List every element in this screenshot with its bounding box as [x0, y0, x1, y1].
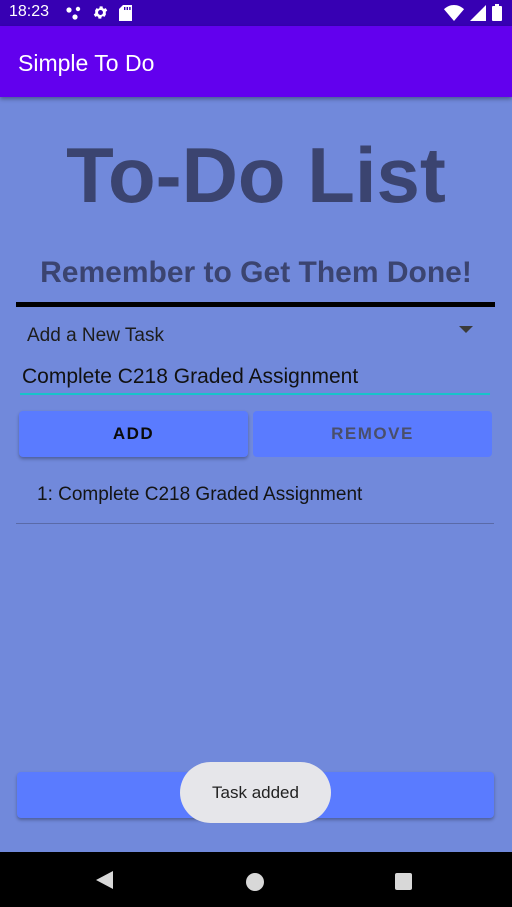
cell-signal-icon — [470, 4, 486, 26]
dropdown-arrow-icon — [459, 326, 473, 333]
header-divider — [16, 302, 495, 307]
settings-gear-icon — [92, 4, 109, 26]
list-item[interactable]: 1: Complete C218 Graded Assignment — [16, 470, 494, 524]
task-input[interactable] — [20, 361, 490, 395]
app-title: Simple To Do — [18, 50, 155, 76]
home-icon[interactable] — [246, 873, 264, 891]
app-bar: Simple To Do — [0, 26, 512, 97]
sd-card-icon — [119, 4, 132, 26]
toast-message: Task added — [180, 762, 331, 823]
app-screen: 18:23 Simple To Do To-Do List Remember t… — [0, 0, 512, 907]
recents-icon[interactable] — [395, 873, 412, 890]
status-time: 18:23 — [9, 3, 50, 20]
task-list: 1: Complete C218 Graded Assignment — [16, 470, 494, 524]
add-button[interactable]: ADD — [19, 411, 248, 457]
status-icons-left — [66, 4, 132, 26]
task-action-spinner[interactable]: Add a New Task — [18, 318, 483, 352]
status-bar: 18:23 — [0, 0, 512, 26]
page-subtitle: Remember to Get Them Done! — [40, 256, 472, 289]
battery-icon — [492, 4, 502, 26]
notification-dots-icon — [66, 6, 82, 25]
spinner-selected-value: Add a New Task — [27, 325, 164, 346]
remove-button[interactable]: REMOVE — [253, 411, 492, 457]
page-title: To-Do List — [66, 131, 446, 219]
wifi-icon — [444, 4, 464, 26]
status-icons-right — [444, 4, 502, 26]
back-icon[interactable] — [96, 871, 113, 889]
navigation-bar — [0, 852, 512, 907]
